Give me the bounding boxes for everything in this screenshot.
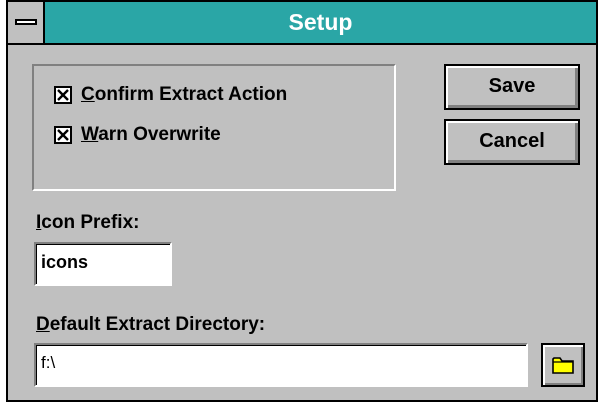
- icon-prefix-label: Icon Prefix:: [36, 212, 140, 233]
- confirm-extract-label: Confirm Extract Action: [81, 84, 288, 105]
- browse-folder-button[interactable]: [541, 343, 585, 387]
- extract-directory-label: Default Extract Directory:: [36, 314, 266, 335]
- confirm-extract-checkbox-row[interactable]: Confirm Extract Action: [54, 82, 287, 108]
- options-group: Confirm Extract Action Warn Overwrite: [32, 64, 396, 191]
- warn-overwrite-checkbox-row[interactable]: Warn Overwrite: [54, 122, 221, 148]
- system-menu-icon[interactable]: [8, 2, 45, 43]
- title-bar: Setup: [8, 2, 596, 45]
- icon-prefix-input[interactable]: icons: [34, 242, 172, 286]
- warn-overwrite-label: Warn Overwrite: [81, 124, 221, 145]
- window-title: Setup: [288, 9, 353, 35]
- warn-overwrite-checkbox[interactable]: [54, 126, 72, 144]
- folder-icon: [552, 357, 574, 374]
- setup-dialog: Setup Confirm Extract Action Warn Overwr…: [6, 0, 598, 402]
- checkmark-x-icon: [57, 129, 69, 141]
- cancel-button[interactable]: Cancel: [444, 119, 580, 165]
- confirm-extract-checkbox[interactable]: [54, 86, 72, 104]
- checkmark-x-icon: [57, 89, 69, 101]
- extract-directory-input[interactable]: f:\: [34, 343, 528, 387]
- save-button[interactable]: Save: [444, 64, 580, 110]
